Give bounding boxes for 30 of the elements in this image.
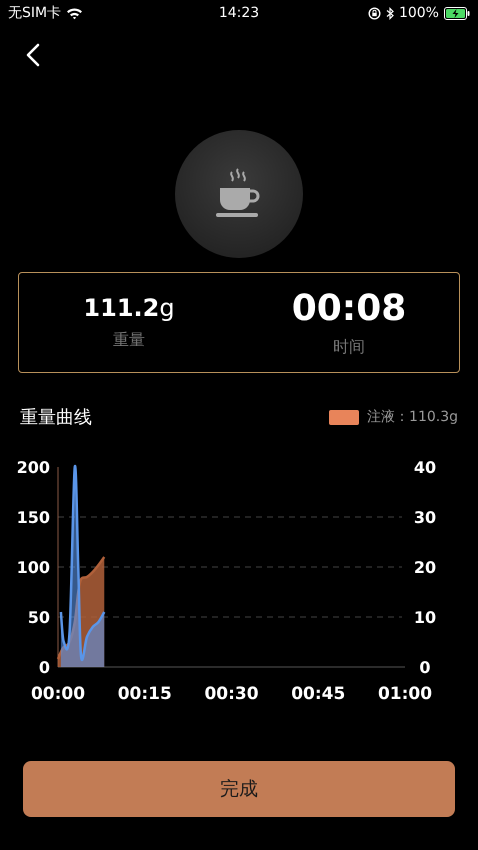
chart-title: 重量曲线 <box>20 406 92 429</box>
axis-label: 0 <box>38 658 50 677</box>
axis-label: 20 <box>414 558 436 577</box>
axis-label: 100 <box>16 558 50 577</box>
wifi-icon <box>66 6 84 20</box>
axis-label: 00:30 <box>204 684 259 704</box>
battery-percent: 100% <box>398 5 439 21</box>
rotation-lock-icon <box>368 6 381 20</box>
stat-label: 重量 <box>113 330 145 351</box>
axis-label: 00:15 <box>118 684 172 704</box>
finish-button[interactable]: 完成 <box>23 761 455 817</box>
axis-label: 30 <box>414 508 436 527</box>
axis-label: 200 <box>16 458 50 477</box>
axis-label: 40 <box>414 458 436 477</box>
clock-time: 14:23 <box>218 5 260 21</box>
axis-label: 50 <box>28 608 50 627</box>
bluetooth-icon <box>386 6 394 20</box>
coffee-cup-icon <box>216 168 262 220</box>
carrier-text: 无SIM卡 <box>8 4 62 22</box>
axis-label: 150 <box>16 508 50 527</box>
weight-value: 111.2g <box>83 294 175 322</box>
axis-label: 00:45 <box>291 684 346 704</box>
stat-label: 时间 <box>333 336 365 358</box>
axis-label: 00:00 <box>30 684 86 704</box>
axis-label: 0 <box>419 658 431 677</box>
time-value: 00:08 <box>292 288 406 328</box>
axis-label: 10 <box>414 608 436 627</box>
axis-label: 01:00 <box>378 684 432 704</box>
battery-charging-icon <box>444 6 470 20</box>
legend-label: 注液：110.3g <box>367 408 458 426</box>
